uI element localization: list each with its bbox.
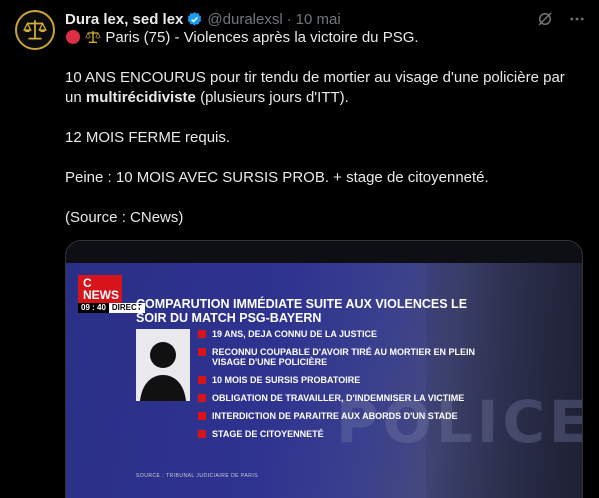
suspect-silhouette <box>136 329 190 401</box>
cnews-logo-text: C NEWS <box>78 275 122 303</box>
more-icon[interactable] <box>567 9 587 29</box>
news-headline: COMPARUTION IMMÉDIATE SUITE AUX VIOLENCE… <box>136 297 468 325</box>
tweet-line-1-text: Paris (75) - Violences après la victoire… <box>105 29 419 46</box>
list-item: 19 ANS, DEJA CONNU DE LA JUSTICE <box>198 329 478 339</box>
header-actions <box>535 9 587 29</box>
broadcast-time-text: 09 : 40 <box>78 303 109 313</box>
para2-bold: multirécidiviste <box>85 89 196 106</box>
red-circle-icon <box>66 30 80 44</box>
cnews-logo: C NEWS 09 : 40 DIRECT <box>78 275 145 313</box>
tweet-media-image[interactable]: POLICE C NEWS 09 : 40 DIRECT COMPARUTION… <box>65 240 583 498</box>
tweet-date[interactable]: 10 mai <box>296 11 341 28</box>
tweet-paragraph-2: 10 ANS ENCOURUS pour tir tendu de mortie… <box>65 68 585 108</box>
author-handle[interactable]: @duralexsl <box>207 11 282 28</box>
list-item: OBLIGATION DE TRAVAILLER, D'INDEMNISER L… <box>198 393 478 403</box>
grok-icon[interactable] <box>535 9 555 29</box>
broadcast-time: 09 : 40 DIRECT <box>78 303 145 313</box>
tweet-paragraph-4: Peine : 10 MOIS AVEC SURSIS PROB. + stag… <box>65 169 489 186</box>
separator-dot: · <box>286 10 292 28</box>
avatar[interactable] <box>15 10 55 50</box>
tweet-paragraph-3: 12 MOIS FERME requis. <box>65 129 231 146</box>
tweet-header: Dura lex, sed lex @duralexsl · 10 mai <box>65 9 587 29</box>
list-item: STAGE DE CITOYENNETÉ <box>198 429 478 439</box>
tweet-line-1: Paris (75) - Violences après la victoire… <box>65 28 585 48</box>
news-points-list: 19 ANS, DEJA CONNU DE LA JUSTICE RECONNU… <box>198 329 478 447</box>
tweet-text: Paris (75) - Violences après la victoire… <box>65 28 585 228</box>
news-source: SOURCE : TRIBUNAL JUDICIAIRE DE PARIS <box>136 473 259 479</box>
list-item: INTERDICTION DE PARAITRE AUX ABORDS D'UN… <box>198 411 478 421</box>
scales-icon <box>85 31 101 43</box>
scales-avatar-icon <box>23 20 47 40</box>
para2-part2: (plusieurs jours d'ITT). <box>195 89 349 106</box>
author-name[interactable]: Dura lex, sed lex <box>65 11 183 28</box>
verified-badge-icon <box>188 11 202 26</box>
list-item: RECONNU COUPABLE D'AVOIR TIRÉ AU MORTIER… <box>198 347 478 367</box>
tweet-paragraph-5: (Source : CNews) <box>65 209 184 226</box>
news-screenshot: POLICE C NEWS 09 : 40 DIRECT COMPARUTION… <box>66 263 582 498</box>
list-item: 10 MOIS DE SURSIS PROBATOIRE <box>198 375 478 385</box>
